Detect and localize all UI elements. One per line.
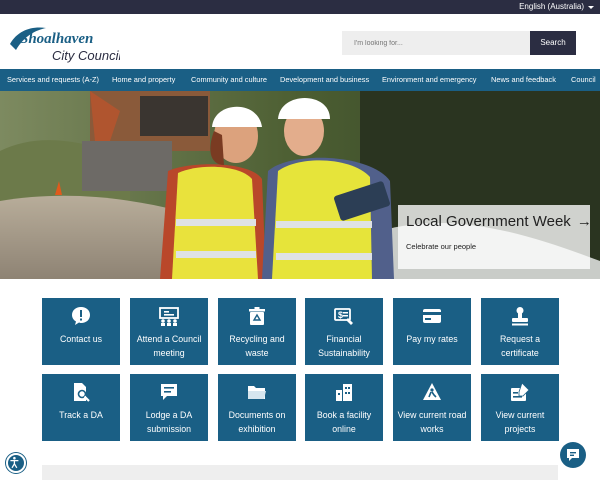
arrow-right-icon: → [576,213,592,230]
tile-label: Track a DA [59,410,103,420]
logo-line1: Shoalhaven [20,31,93,47]
accessibility-icon [10,456,19,469]
comment-icon [161,384,177,400]
nav-item-council[interactable]: Council [571,69,596,91]
nav-item-services[interactable]: Services and requests (A-Z) [7,69,99,91]
tile-attend-council-meeting[interactable]: Attend a Council meeting [130,298,208,365]
recycle-bin-icon [249,307,265,325]
tile-label: Pay my rates [406,334,458,344]
chat-button[interactable] [560,442,586,468]
tile-track-da[interactable]: Track a DA [42,374,120,441]
language-label: English (Australia) [519,2,584,11]
folder-icon [248,386,266,399]
caret-down-icon [588,5,594,9]
tile-pay-my-rates[interactable]: Pay my rates [393,298,471,365]
tile-label: Contact us [59,334,103,344]
meeting-icon [159,307,179,326]
site-header: Shoalhaven City Council Search [0,14,600,69]
tile-label: Financial Sustainability [318,334,370,358]
tile-recycling-waste[interactable]: Recycling and waste [218,298,296,365]
hero-title: Local Government Week [406,213,571,230]
document-search-icon [74,383,90,402]
tile-label: Request a certificate [499,334,541,358]
search-button[interactable]: Search [530,31,576,55]
accessibility-button[interactable] [6,453,26,473]
tile-label: View current road works [397,410,467,434]
tile-label: View current projects [495,410,545,434]
road-works-icon [423,383,441,400]
tile-contact-us[interactable]: Contact us [42,298,120,365]
tile-lodge-da-submission[interactable]: Lodge a DA submission [130,374,208,441]
tile-label: Recycling and waste [229,334,285,358]
finance-icon: $ [334,308,353,325]
nav-item-home-property[interactable]: Home and property [112,69,175,91]
tile-label: Attend a Council meeting [136,334,202,358]
tile-documents-on-exhibition[interactable]: Documents on exhibition [218,374,296,441]
tile-label: Book a facility online [316,410,372,434]
chat-icon [567,449,579,461]
council-logo[interactable]: Shoalhaven City Council [8,24,120,66]
svg-text:$: $ [338,310,343,320]
language-selector[interactable]: English (Australia) [519,1,594,13]
top-bar: English (Australia) [0,0,600,14]
tile-label: Documents on exhibition [228,410,286,434]
nav-item-news-feedback[interactable]: News and feedback [491,69,556,91]
tile-request-certificate[interactable]: Request a certificate [481,298,559,365]
nav-item-community-culture[interactable]: Community and culture [191,69,267,91]
projects-icon [511,382,530,401]
tile-label: Lodge a DA submission [145,410,193,434]
hero-subtitle: Celebrate our people [406,242,477,251]
credit-card-icon [423,309,441,323]
nav-item-environment-emergency[interactable]: Environment and emergency [382,69,477,91]
search-input[interactable] [342,31,530,55]
tile-view-road-works[interactable]: View current road works [393,374,471,441]
content-panel [42,465,558,480]
building-icon [336,384,352,401]
tile-book-facility-online[interactable]: Book a facility online [305,374,383,441]
chat-alert-icon [72,307,90,325]
stamp-icon [512,307,528,326]
tile-financial-sustainability[interactable]: $ Financial Sustainability [305,298,383,365]
main-navigation: Services and requests (A-Z) Home and pro… [0,69,600,91]
nav-item-development-business[interactable]: Development and business [280,69,369,91]
hero-caption-card[interactable]: Local Government Week → Celebrate our pe… [398,205,592,269]
logo-line2: City Council [52,48,120,63]
tile-view-current-projects[interactable]: View current projects [481,374,559,441]
